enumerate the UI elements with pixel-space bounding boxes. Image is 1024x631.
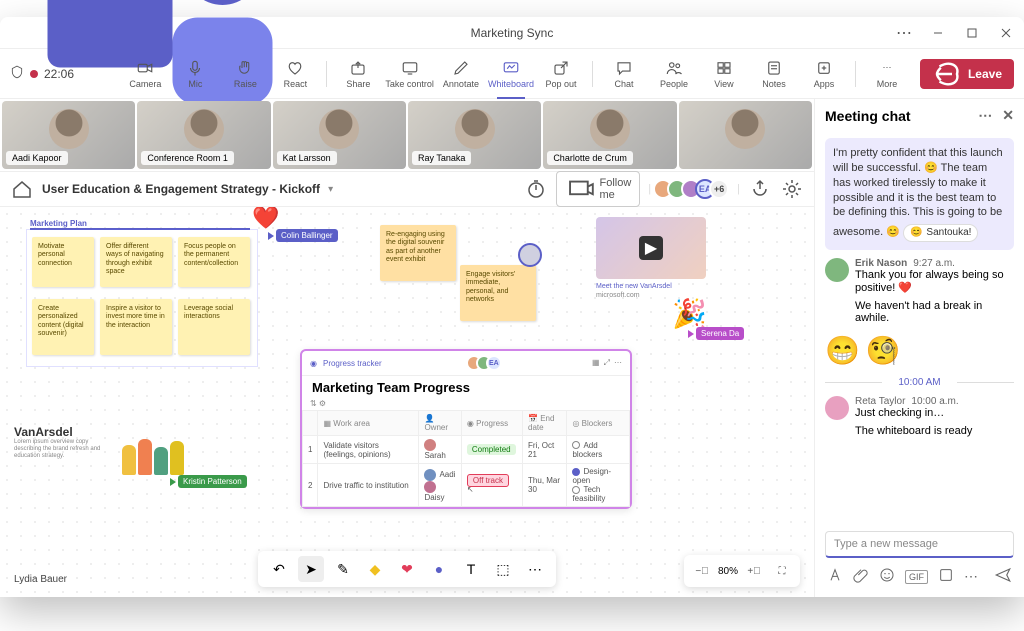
chat-message: Reta Taylor10:00 a.m. Just checking in… … bbox=[825, 396, 1014, 437]
timer-icon[interactable] bbox=[524, 177, 548, 201]
chat-more-icon[interactable]: ⋯ bbox=[978, 107, 992, 124]
shape-tool[interactable]: ● bbox=[426, 556, 452, 582]
table-row[interactable]: 2 Drive traffic to institution AadiDaisy… bbox=[303, 464, 630, 507]
whiteboard-tools: ↶ ➤ ✎ ◆ ❤ ● T ⬚ ⋯ bbox=[258, 551, 556, 587]
titlebar: Marketing Sync ⋯ bbox=[0, 17, 1024, 49]
mic-button[interactable]: Mic bbox=[172, 52, 218, 96]
video-tile[interactable]: Ray Tanaka bbox=[408, 101, 541, 169]
people-button[interactable]: People bbox=[651, 52, 697, 96]
video-row: Aadi Kapoor Conference Room 1 Kat Larsso… bbox=[0, 99, 814, 171]
emoji-icon[interactable] bbox=[879, 567, 895, 586]
participant-avatars[interactable]: EA +6 bbox=[659, 179, 729, 199]
more-tools[interactable]: ⋯ bbox=[522, 556, 548, 582]
sticky-note[interactable]: Motivate personal connection bbox=[32, 237, 94, 287]
compose-toolbar: GIF ⋯ bbox=[815, 562, 1024, 597]
remote-cursor: Colin Ballinger bbox=[268, 229, 338, 242]
fit-button[interactable]: ⛶ bbox=[770, 559, 794, 583]
illustration bbox=[108, 425, 198, 475]
gif-icon[interactable]: GIF bbox=[905, 570, 928, 584]
zoom-controls: −⃝ 80% +⃝ ⛶ bbox=[684, 555, 800, 587]
video-thumbnail[interactable]: ▶ bbox=[596, 217, 706, 279]
raise-button[interactable]: Raise bbox=[222, 52, 268, 96]
chat-button[interactable]: Chat bbox=[601, 52, 647, 96]
more-button[interactable]: ⋯More bbox=[864, 52, 910, 96]
chat-close-icon[interactable]: ✕ bbox=[1002, 107, 1014, 124]
take-control-button[interactable]: Take control bbox=[385, 52, 434, 96]
whiteboard-button[interactable]: Whiteboard bbox=[488, 52, 534, 96]
confetti-reaction-icon: 🎉 bbox=[672, 297, 707, 330]
expand-icon[interactable]: ⤢ bbox=[604, 358, 610, 368]
compose-input[interactable]: Type a new message bbox=[825, 531, 1014, 558]
remote-cursor: Kristin Patterson bbox=[170, 475, 247, 488]
meeting-toolbar: 22:06 Camera Mic Raise React Share Take … bbox=[0, 49, 1024, 99]
sticky-note[interactable]: Inspire a visitor to invest more time in… bbox=[100, 299, 172, 355]
sticky-note[interactable]: Offer different ways of navigating throu… bbox=[100, 237, 172, 287]
more-icon[interactable]: ⋯ bbox=[614, 358, 622, 368]
sticky-note[interactable]: Engage visitors' immediate, personal, an… bbox=[460, 265, 536, 321]
chat-message: I'm pretty confident that this launch wi… bbox=[825, 138, 1014, 250]
view-button[interactable]: View bbox=[701, 52, 747, 96]
close-button[interactable] bbox=[994, 21, 1018, 45]
follower-avatar bbox=[518, 243, 542, 267]
whiteboard-canvas[interactable]: Marketing Plan Motivate personal connect… bbox=[0, 207, 814, 597]
sticker-icon[interactable] bbox=[938, 567, 954, 586]
chat-title: Meeting chat bbox=[825, 108, 911, 124]
video-tile[interactable]: Charlotte de Crum bbox=[543, 101, 676, 169]
share-icon[interactable] bbox=[748, 177, 772, 201]
app-window: Marketing Sync ⋯ 22:06 Camera Mic Raise … bbox=[0, 17, 1024, 597]
more-icon[interactable]: ⋯ bbox=[964, 568, 978, 585]
text-tool[interactable]: T bbox=[458, 556, 484, 582]
thumb-caption: Meet the new VanArsdel bbox=[596, 283, 672, 290]
message-reaction[interactable]: 😊 Santouka! bbox=[903, 224, 979, 242]
chevron-down-icon[interactable]: ▾ bbox=[328, 184, 333, 195]
sticky-tool[interactable]: ◆ bbox=[362, 556, 388, 582]
remote-cursor: Serena Da bbox=[688, 327, 744, 340]
time-divider: 10:00 AM bbox=[825, 377, 1014, 388]
react-button[interactable]: React bbox=[272, 52, 318, 96]
sticky-note[interactable]: Focus people on the permanent content/co… bbox=[178, 237, 250, 287]
grid-icon[interactable]: ▦ bbox=[592, 358, 600, 368]
camera-button[interactable]: Camera bbox=[122, 52, 168, 96]
sticky-note[interactable]: Create personalized content (digital sou… bbox=[32, 299, 94, 355]
video-tile[interactable] bbox=[679, 101, 812, 169]
notes-button[interactable]: Notes bbox=[751, 52, 797, 96]
pen-tool[interactable]: ✎ bbox=[330, 556, 356, 582]
sticky-note[interactable]: Leverage social interactions bbox=[178, 299, 250, 355]
popout-button[interactable]: Pop out bbox=[538, 52, 584, 96]
window-title: Marketing Sync bbox=[471, 26, 554, 40]
follow-me-button[interactable]: Follow me bbox=[556, 171, 640, 207]
leave-button[interactable]: Leave bbox=[920, 59, 1014, 89]
pointer-tool[interactable]: ➤ bbox=[298, 556, 324, 582]
attach-icon[interactable] bbox=[853, 567, 869, 586]
apps-button[interactable]: Apps bbox=[801, 52, 847, 96]
video-tile[interactable]: Kat Larsson bbox=[273, 101, 406, 169]
brand-block: VanArsdel Lorem ipsum overview copy desc… bbox=[14, 425, 104, 461]
zoom-level: 80% bbox=[718, 566, 738, 577]
progress-tracker[interactable]: ◉ Progress tracker EA ▦ ⤢ ⋯ M bbox=[300, 349, 632, 509]
connector-tool[interactable]: ⬚ bbox=[490, 556, 516, 582]
heart-reaction-icon: ❤️ bbox=[252, 207, 279, 231]
annotate-button[interactable]: Annotate bbox=[438, 52, 484, 96]
minimize-button[interactable] bbox=[926, 21, 950, 45]
video-tile[interactable]: Conference Room 1 bbox=[137, 101, 270, 169]
more-icon[interactable]: ⋯ bbox=[892, 21, 916, 45]
format-icon[interactable] bbox=[827, 567, 843, 586]
share-button[interactable]: Share bbox=[335, 52, 381, 96]
settings-icon[interactable] bbox=[780, 177, 804, 201]
emoji-reactions: 😁🧐 bbox=[825, 332, 1014, 369]
meeting-chat-panel: Meeting chat ⋯ ✕ I'm pretty confident th… bbox=[814, 99, 1024, 597]
reaction-tool[interactable]: ❤ bbox=[394, 556, 420, 582]
current-user-label: Lydia Bauer bbox=[14, 574, 67, 585]
chat-message: Erik Nason9:27 a.m. Thank you for always… bbox=[825, 258, 1014, 324]
video-tile[interactable]: Aadi Kapoor bbox=[2, 101, 135, 169]
undo-tool[interactable]: ↶ bbox=[266, 556, 292, 582]
maximize-button[interactable] bbox=[960, 21, 984, 45]
send-button[interactable] bbox=[994, 566, 1012, 587]
zoom-out-button[interactable]: −⃝ bbox=[690, 559, 714, 583]
zoom-in-button[interactable]: +⃝ bbox=[742, 559, 766, 583]
sticky-note[interactable]: Re-engaging using the digital souvenir a… bbox=[380, 225, 456, 281]
play-icon: ▶ bbox=[639, 236, 663, 260]
table-row[interactable]: 1 Validate visitors (feelings, opinions)… bbox=[303, 436, 630, 464]
